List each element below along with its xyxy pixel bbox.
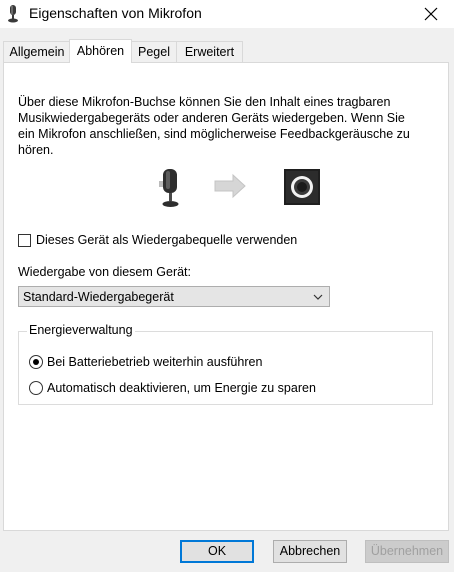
playback-device-value: Standard-Wiedergabegerät (23, 290, 174, 304)
title-bar: Eigenschaften von Mikrofon (0, 0, 454, 28)
microphone-icon (159, 169, 179, 207)
apply-button[interactable]: Übernehmen (365, 540, 449, 563)
listen-checkbox-label: Dieses Gerät als Wiedergabequelle verwen… (36, 233, 298, 247)
power-option-keep-running[interactable]: Bei Batteriebetrieb weiterhin ausführen (29, 354, 262, 370)
description-line: ein Mikrofon anschließen, sind möglicher… (18, 127, 410, 141)
tab-abhoeren[interactable]: Abhören (69, 39, 132, 63)
listen-checkbox[interactable] (18, 233, 31, 247)
cancel-button[interactable]: Abbrechen (273, 540, 347, 563)
arrow-right-icon (214, 173, 246, 199)
power-management-group: Energieverwaltung Bei Batteriebetrieb we… (18, 323, 433, 405)
tab-strip: Allgemein Abhören Pegel Erweitert (0, 39, 454, 63)
power-option-auto-disable[interactable]: Automatisch deaktivieren, um Energie zu … (29, 380, 316, 396)
speaker-icon (284, 169, 320, 205)
tab-panel-abhoeren: Über diese Mikrofon-Buchse können Sie de… (3, 62, 449, 531)
power-management-legend: Energieverwaltung (27, 323, 135, 337)
playback-device-select[interactable]: Standard-Wiedergabegerät (18, 286, 330, 307)
description-text: Über diese Mikrofon-Buchse können Sie de… (18, 94, 438, 158)
tab-pegel[interactable]: Pegel (130, 41, 178, 62)
description-line: hören. (18, 143, 54, 157)
description-line: Über diese Mikrofon-Buchse können Sie de… (18, 95, 391, 109)
window-title: Eigenschaften von Mikrofon (29, 5, 202, 21)
radio-button[interactable] (29, 355, 43, 369)
playback-device-label: Wiedergabe von diesem Gerät: (18, 265, 192, 279)
close-icon (424, 7, 438, 21)
ok-button[interactable]: OK (180, 540, 254, 563)
listen-checkbox-row[interactable]: Dieses Gerät als Wiedergabequelle verwen… (18, 232, 297, 248)
radio-button[interactable] (29, 381, 43, 395)
chevron-down-icon (313, 294, 323, 300)
microphone-icon (8, 5, 18, 23)
power-option-label: Bei Batteriebetrieb weiterhin ausführen (47, 355, 263, 369)
description-line: Musikwiedergabegeräts oder anderen Gerät… (18, 111, 405, 125)
power-option-label: Automatisch deaktivieren, um Energie zu … (47, 381, 316, 395)
listen-illustration (159, 169, 320, 207)
tab-allgemein[interactable]: Allgemein (3, 41, 71, 62)
close-button[interactable] (408, 0, 454, 28)
tab-erweitert[interactable]: Erweitert (176, 41, 243, 62)
